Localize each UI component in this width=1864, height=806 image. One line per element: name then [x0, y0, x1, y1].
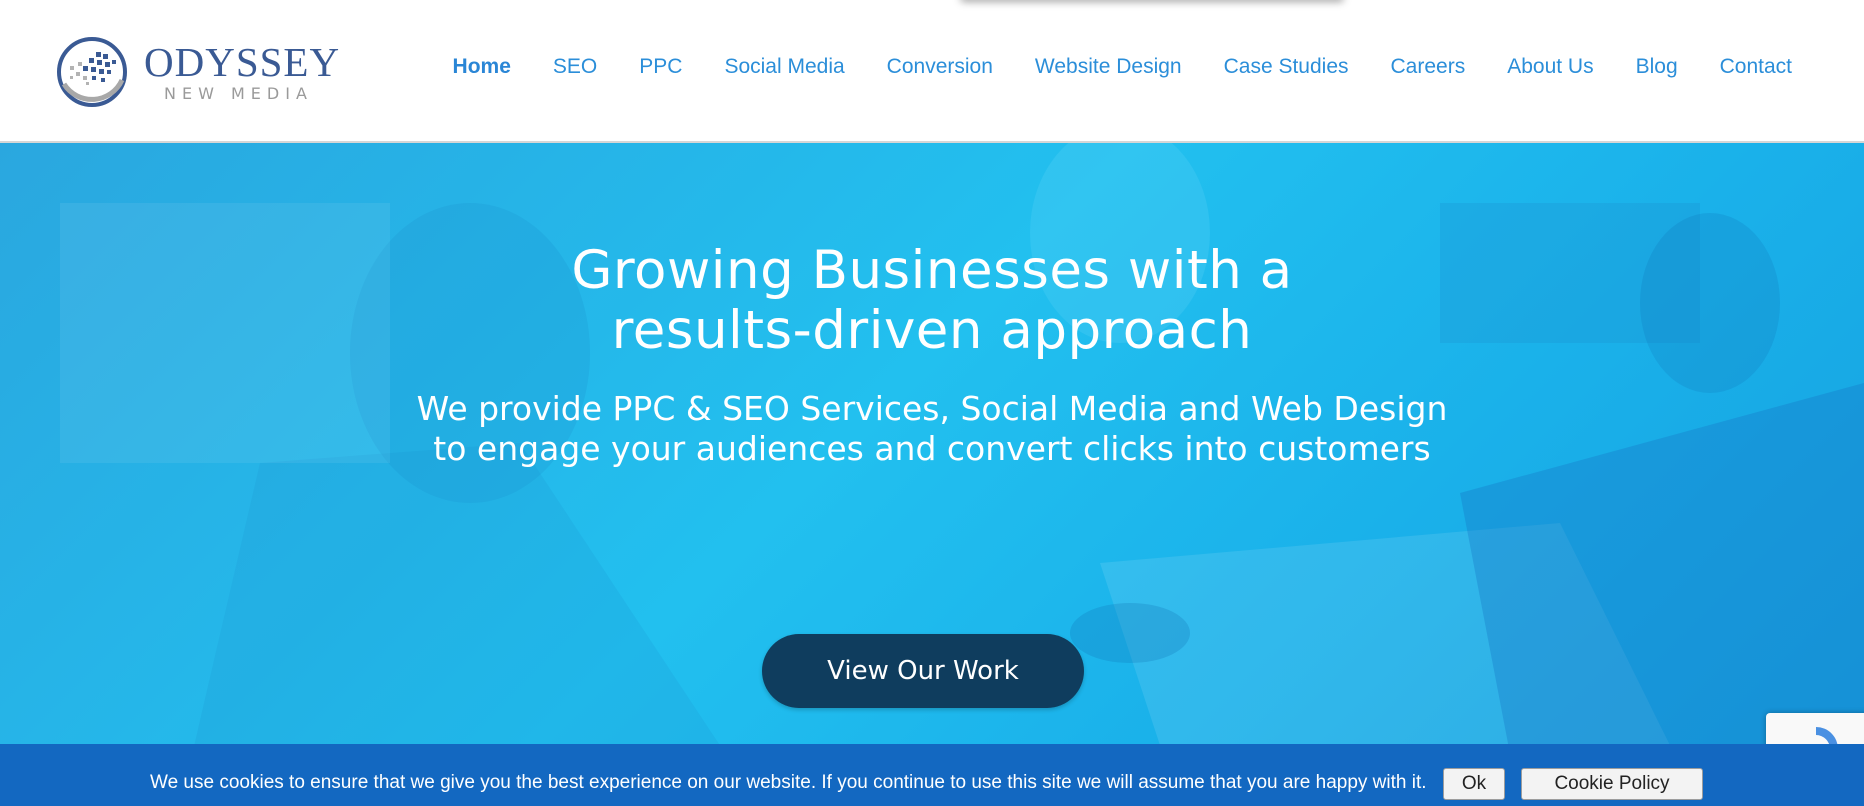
nav-item-case-studies[interactable]: Case Studies: [1224, 54, 1349, 80]
logo-tagline: NEW MEDIA: [164, 84, 313, 103]
nav-item-home[interactable]: Home: [453, 54, 511, 80]
site-logo[interactable]: ODYSSEY NEW MEDIA: [56, 36, 346, 108]
hero-title-line-1: Growing Businesses with a: [571, 240, 1293, 301]
hero-title: Growing Businesses with a results-driven…: [332, 241, 1532, 361]
nav-item-website-design[interactable]: Website Design: [1035, 54, 1182, 80]
nav-item-ppc[interactable]: PPC: [639, 54, 682, 80]
nav-item-careers[interactable]: Careers: [1391, 54, 1466, 80]
logo-title: ODYSSEY: [144, 39, 341, 85]
hero-subtitle-line-1: We provide PPC & SEO Services, Social Me…: [416, 389, 1448, 428]
main-nav: Home SEO PPC Social Media Conversion Web…: [411, 54, 1792, 80]
site-header: ODYSSEY NEW MEDIA Home SEO PPC Social Me…: [0, 0, 1864, 143]
view-our-work-button[interactable]: View Our Work: [762, 634, 1084, 708]
cookie-ok-button[interactable]: Ok: [1443, 768, 1505, 800]
nav-item-seo[interactable]: SEO: [553, 54, 597, 80]
nav-item-contact[interactable]: Contact: [1720, 54, 1792, 80]
nav-item-blog[interactable]: Blog: [1636, 54, 1678, 80]
nav-item-social-media[interactable]: Social Media: [724, 54, 844, 80]
hero-section: Growing Businesses with a results-driven…: [0, 143, 1864, 806]
cookie-consent-bar: We use cookies to ensure that we give yo…: [0, 744, 1864, 806]
nav-item-conversion[interactable]: Conversion: [887, 54, 993, 80]
cookie-message: We use cookies to ensure that we give yo…: [150, 772, 1427, 793]
hero-subtitle-line-2: to engage your audiences and convert cli…: [433, 429, 1431, 468]
hero-title-line-2: results-driven approach: [611, 300, 1253, 361]
hero-subtitle: We provide PPC & SEO Services, Social Me…: [282, 389, 1582, 469]
globe-logo-icon: [57, 37, 127, 107]
cookie-policy-button[interactable]: Cookie Policy: [1521, 768, 1703, 800]
nav-item-about-us[interactable]: About Us: [1507, 54, 1593, 80]
